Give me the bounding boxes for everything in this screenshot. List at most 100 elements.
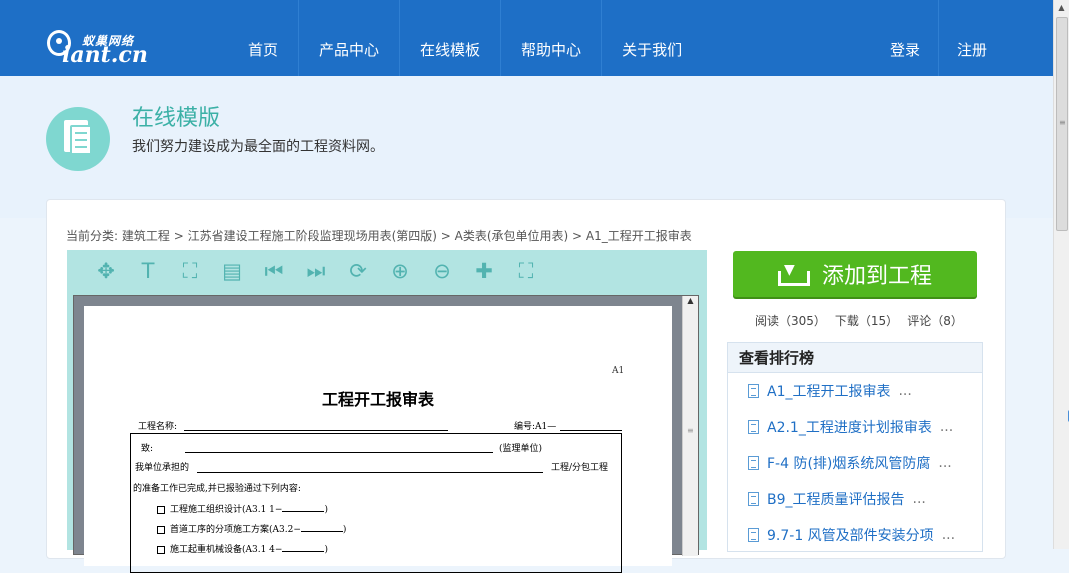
main-nav: 首页 产品中心 在线模板 帮助中心 关于我们 [228, 0, 702, 76]
zoom-out-icon[interactable]: ⊖ [421, 250, 463, 292]
user-links: 登录 注册 [872, 0, 1005, 76]
check-end: ) [324, 545, 328, 555]
scroll-grip-icon: ≡ [1059, 118, 1066, 127]
ranking-title: 查看排行榜 [728, 343, 982, 373]
ranking-item-label: 9.7-1 风管及部件安装分项 [767, 528, 934, 544]
add-to-project-label: 添加到工程 [821, 264, 932, 289]
breadcrumb: 当前分类: 建筑工程 > 江苏省建设工程施工阶段监理现场用表(第四版) > A类… [66, 227, 692, 244]
check-text: 首道工序的分项施工方案(A3.2− [170, 525, 301, 535]
breadcrumb-sep: > [436, 229, 455, 243]
ranking-item-label: B9_工程质量评估报告 [767, 492, 905, 508]
to-line [185, 452, 493, 453]
doc-icon [748, 420, 759, 434]
supervisor-label: (监理单位) [499, 444, 543, 454]
last-page-icon[interactable]: ⏭ [295, 250, 337, 292]
check-end: ) [324, 505, 328, 515]
check-end: ) [342, 525, 347, 535]
breadcrumb-sep: > [169, 229, 188, 243]
ranking-item[interactable]: 9.7-1 风管及部件安装分项... [728, 517, 982, 553]
viewer-toolbar: ✥ T ⛶ ▤ ⏮ ⏭ ⟳ ⊕ ⊖ ✚ ⛶ [67, 250, 707, 292]
hero-banner: 在线模版 我们努力建设成为最全面的工程资料网。 [0, 76, 1053, 218]
breadcrumb-sep: > [568, 229, 586, 243]
scroll-thumb[interactable]: ≡ [1056, 17, 1068, 231]
ranking-item[interactable]: A2.1_工程进度计划报审表... [728, 409, 982, 445]
top-navbar: 蚁巢网络 iant.cn 首页 产品中心 在线模板 帮助中心 关于我们 登录 注… [0, 0, 1053, 76]
document-scrollbar[interactable]: ▲ ≡ [682, 296, 698, 556]
scroll-up-icon[interactable]: ▲ [1054, 0, 1069, 16]
text-icon[interactable]: T [127, 250, 169, 292]
window-scrollbar[interactable]: ▲ ≡ [1053, 0, 1069, 549]
ranking-item-label: A1_工程开工报审表 [767, 384, 891, 400]
project-name-line [184, 430, 448, 431]
check-item: 工程施工组织设计(A3.1 1−) [157, 502, 328, 515]
check-text: 工程施工组织设计(A3.1 1− [170, 505, 283, 515]
scroll-up-icon[interactable]: ▲ [683, 296, 698, 310]
breadcrumb-item[interactable]: A类表(承包单位用表) [455, 229, 569, 243]
scroll-grip-icon: ≡ [687, 426, 694, 435]
doc-icon [748, 528, 759, 542]
number-label: 编号:A1— [514, 422, 557, 432]
ranking-item[interactable]: B9_工程质量评估报告... [728, 481, 982, 517]
comment-count[interactable]: 评论（8） [907, 312, 963, 329]
to-label: 致: [141, 444, 154, 454]
document-page: A1 工程开工报审表 工程名称: 编号:A1— 致: (监理单位) 我单位承担的… [84, 306, 672, 573]
ellipsis: ... [941, 527, 956, 543]
hero-subtitle: 我们努力建设成为最全面的工程资料网。 [132, 139, 384, 155]
ranking-panel: 查看排行榜 A1_工程开工报审表... A2.1_工程进度计划报审表... F-… [727, 342, 983, 552]
document-title: 工程开工报审表 [321, 390, 434, 409]
checkbox[interactable] [157, 545, 165, 554]
zoom-in-icon[interactable]: ⊕ [379, 250, 421, 292]
checkbox[interactable] [157, 525, 165, 534]
move-icon[interactable]: ✥ [85, 250, 127, 292]
line1-end: 工程/分包工程 [551, 463, 609, 473]
line1-text: 我单位承担的 [135, 463, 190, 473]
fit-page-icon[interactable]: ⛶ [169, 250, 211, 292]
line2-text: 的准备工作已完成,并已报验通过下列内容: [133, 484, 301, 494]
nav-item-templates[interactable]: 在线模板 [400, 0, 502, 76]
ellipsis: ... [912, 491, 926, 507]
ranking-item-label: F-4 防(排)烟系统风管防腐 [767, 456, 931, 472]
download-count[interactable]: 下载（15） [835, 312, 898, 329]
line1-blank [197, 472, 543, 473]
ranking-item[interactable]: A1_工程开工报审表... [728, 373, 982, 409]
document-area[interactable]: A1 工程开工报审表 工程名称: 编号:A1— 致: (监理单位) 我单位承担的… [73, 295, 699, 573]
logo[interactable]: 蚁巢网络 iant.cn [46, 22, 148, 68]
checkbox[interactable] [157, 505, 165, 514]
nav-item-about[interactable]: 关于我们 [602, 0, 702, 76]
page-icon[interactable]: ▤ [211, 250, 253, 292]
check-text: 施工起重机械设备(A3.1 4− [170, 545, 283, 555]
hero-title: 在线模版 [132, 106, 221, 131]
nav-item-help[interactable]: 帮助中心 [501, 0, 603, 76]
ellipsis: ... [939, 419, 954, 435]
first-page-icon[interactable]: ⏮ [253, 250, 295, 292]
project-name-label: 工程名称: [138, 422, 178, 432]
doc-icon [748, 492, 759, 506]
add-icon[interactable]: ✚ [463, 250, 505, 292]
ranking-item-label: A2.1_工程进度计划报审表 [767, 420, 932, 436]
breadcrumb-prefix: 当前分类: [66, 229, 119, 243]
ellipsis: ... [898, 383, 912, 399]
download-icon [777, 262, 810, 286]
breadcrumb-item[interactable]: A1_工程开工报审表 [586, 229, 692, 243]
document-icon [46, 107, 110, 171]
doc-icon [748, 384, 759, 398]
nav-item-home[interactable]: 首页 [228, 0, 300, 76]
fullscreen-icon[interactable]: ⛶ [505, 250, 547, 292]
document-viewer: ✥ T ⛶ ▤ ⏮ ⏭ ⟳ ⊕ ⊖ ✚ ⛶ A1 工程开工报审表 工程名称: 编… [67, 250, 707, 573]
read-count: 阅读（305） [755, 314, 826, 328]
form-code: A1 [612, 366, 625, 376]
login-link[interactable]: 登录 [872, 0, 938, 76]
add-to-project-button[interactable]: 添加到工程 [733, 251, 977, 297]
logo-en-text: iant.cn [62, 42, 148, 68]
rotate-icon[interactable]: ⟳ [337, 250, 379, 292]
breadcrumb-item[interactable]: 江苏省建设工程施工阶段监理现场用表(第四版) [188, 229, 437, 243]
ranking-item[interactable]: F-4 防(排)烟系统风管防腐... [728, 445, 982, 481]
form-box: 致: (监理单位) 我单位承担的 工程/分包工程 的准备工作已完成,并已报验通过… [130, 433, 622, 573]
breadcrumb-item[interactable]: 建筑工程 [122, 229, 170, 243]
doc-stats: 阅读（305） 下载（15） 评论（8） [755, 312, 963, 329]
number-line [560, 430, 622, 431]
register-link[interactable]: 注册 [938, 0, 1005, 76]
nav-item-products[interactable]: 产品中心 [299, 0, 401, 76]
check-item: 首道工序的分项施工方案(A3.2−) [157, 522, 346, 535]
doc-icon [748, 456, 759, 470]
